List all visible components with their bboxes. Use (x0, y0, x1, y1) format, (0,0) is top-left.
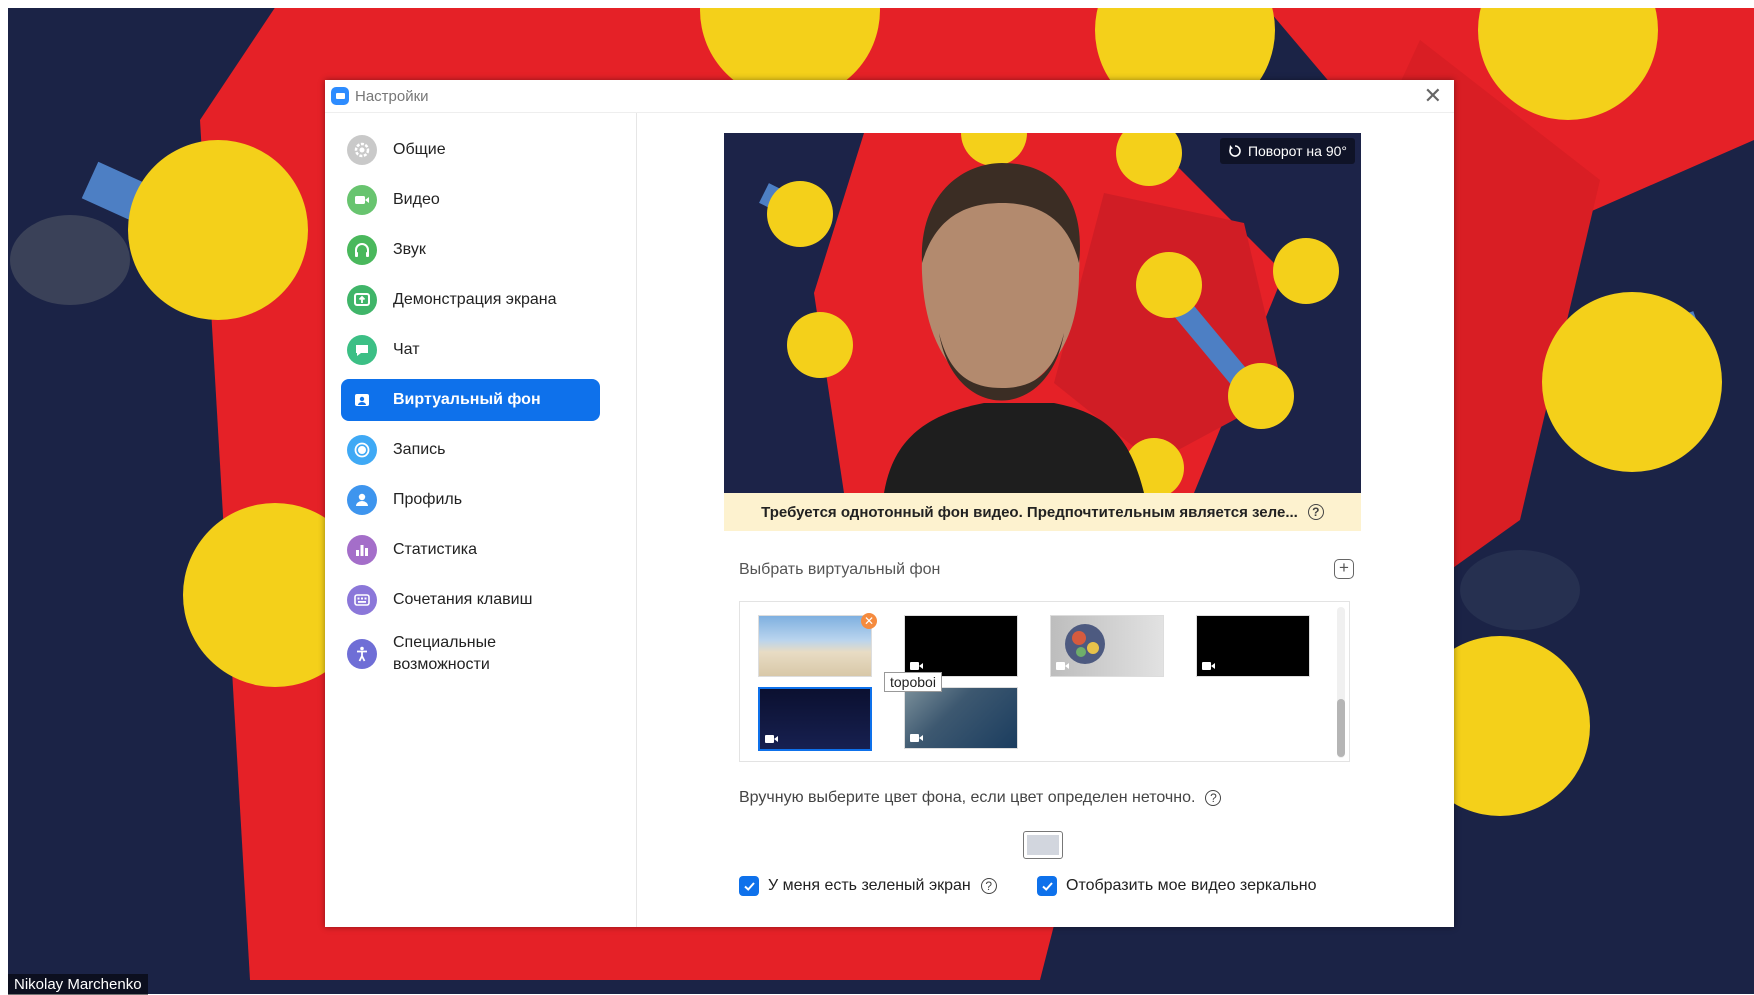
choose-background-label: Выбрать виртуальный фон (739, 561, 941, 578)
help-icon[interactable]: ? (1205, 790, 1222, 806)
background-thumbnail-desert[interactable] (758, 615, 872, 677)
background-thumbnail-dark-blue[interactable] (758, 687, 872, 751)
thumbnail-tooltip: topoboi (884, 672, 942, 692)
gear-icon (347, 135, 377, 165)
background-color-picker[interactable] (1023, 831, 1063, 859)
green-screen-label: У меня есть зеленый экран (768, 877, 971, 894)
video-camera-icon (347, 185, 377, 215)
video-camera-icon (1202, 662, 1215, 670)
settings-dialog: Настройки ✕ Общие Видео Звук Демонстраци… (325, 80, 1454, 927)
video-camera-icon (910, 734, 923, 742)
sidebar-item-label: Общие (393, 141, 446, 158)
sidebar-item-label: Видео (393, 191, 440, 208)
video-preview: Поворот на 90° (724, 133, 1361, 493)
sidebar-item-label: Демонстрация экрана (393, 291, 557, 308)
window-title: Настройки (355, 87, 429, 105)
mirror-video-checkbox-row[interactable]: Отобразить мое видео зеркально (1037, 876, 1317, 896)
sidebar-item-label: Виртуальный фон (393, 391, 541, 408)
statistics-icon (347, 535, 377, 565)
sidebar-item-recording[interactable]: Запись (341, 429, 600, 471)
sidebar-item-video[interactable]: Видео (341, 179, 600, 221)
help-icon[interactable]: ? (980, 878, 997, 894)
background-thumbnail-video-2[interactable] (1196, 615, 1310, 677)
green-screen-warning: Требуется однотонный фон видео. Предпочт… (724, 493, 1361, 531)
checkmark-icon (1041, 881, 1053, 891)
color-swatch-fill (1027, 835, 1059, 855)
rotate-icon (1229, 145, 1241, 157)
delete-background-button[interactable]: ✕ (861, 613, 877, 629)
sidebar-item-label: Звук (393, 241, 426, 258)
green-screen-checkbox[interactable] (739, 876, 759, 896)
share-screen-icon (347, 285, 377, 315)
thumbnail-scrollbar[interactable] (1337, 607, 1345, 758)
video-camera-icon (765, 735, 778, 743)
add-background-button[interactable]: + (1334, 559, 1354, 579)
video-preview-image (724, 133, 1361, 493)
headphones-icon (347, 235, 377, 265)
sidebar-item-profile[interactable]: Профиль (341, 479, 600, 521)
virtual-background-panel: Поворот на 90° Требуется однотонный фон … (637, 113, 1454, 927)
background-thumbnail-video-1[interactable] (904, 615, 1018, 677)
keyboard-icon (347, 585, 377, 615)
close-button[interactable]: ✕ (1424, 85, 1442, 107)
sidebar-item-label: Профиль (393, 491, 463, 508)
mirror-video-checkbox[interactable] (1037, 876, 1057, 896)
sidebar-item-label: Специальные возможности (393, 634, 497, 673)
profile-icon (347, 485, 377, 515)
checkmark-icon (743, 881, 755, 891)
sidebar-item-label: Сочетания клавиш (393, 591, 533, 608)
help-icon[interactable]: ? (1307, 504, 1324, 520)
video-camera-icon (910, 662, 923, 670)
virtual-background-icon (347, 385, 377, 415)
settings-sidebar: Общие Видео Звук Демонстрация экрана Чат (325, 113, 637, 927)
manual-color-text: Вручную выберите цвет фона, если цвет оп… (739, 789, 1196, 806)
background-thumbnail-brain[interactable] (1050, 615, 1164, 677)
participant-name-label: Nikolay Marchenko (8, 974, 148, 995)
sidebar-item-accessibility[interactable]: Специальные возможности (341, 629, 600, 679)
manual-color-label: Вручную выберите цвет фона, если цвет оп… (739, 789, 1222, 807)
rotate-label: Поворот на 90° (1247, 143, 1347, 159)
accessibility-icon (347, 639, 377, 669)
zoom-app-icon (331, 87, 349, 105)
sidebar-item-label: Запись (393, 441, 446, 458)
sidebar-item-chat[interactable]: Чат (341, 329, 600, 371)
scrollbar-thumb[interactable] (1337, 699, 1345, 757)
sidebar-item-label: Чат (393, 341, 420, 358)
rotate-90-button[interactable]: Поворот на 90° (1219, 138, 1355, 164)
green-screen-checkbox-row[interactable]: У меня есть зеленый экран ? (739, 876, 997, 896)
chat-bubble-icon (347, 335, 377, 365)
warning-text: Требуется однотонный фон видео. Предпочт… (761, 503, 1298, 521)
background-thumbnail-aerial[interactable] (904, 687, 1018, 749)
sidebar-item-audio[interactable]: Звук (341, 229, 600, 271)
mirror-video-label: Отобразить мое видео зеркально (1066, 877, 1317, 894)
video-camera-icon (1056, 662, 1069, 670)
sidebar-item-label: Статистика (393, 541, 478, 558)
sidebar-item-statistics[interactable]: Статистика (341, 529, 600, 571)
sidebar-item-general[interactable]: Общие (341, 129, 600, 171)
sidebar-item-virtual-background[interactable]: Виртуальный фон (341, 379, 600, 421)
sidebar-item-shortcuts[interactable]: Сочетания клавиш (341, 579, 600, 621)
title-bar: Настройки ✕ (325, 80, 1454, 113)
sidebar-item-share-screen[interactable]: Демонстрация экрана (341, 279, 600, 321)
background-thumbnail-grid: ✕ topoboi (739, 601, 1350, 762)
record-icon (347, 435, 377, 465)
